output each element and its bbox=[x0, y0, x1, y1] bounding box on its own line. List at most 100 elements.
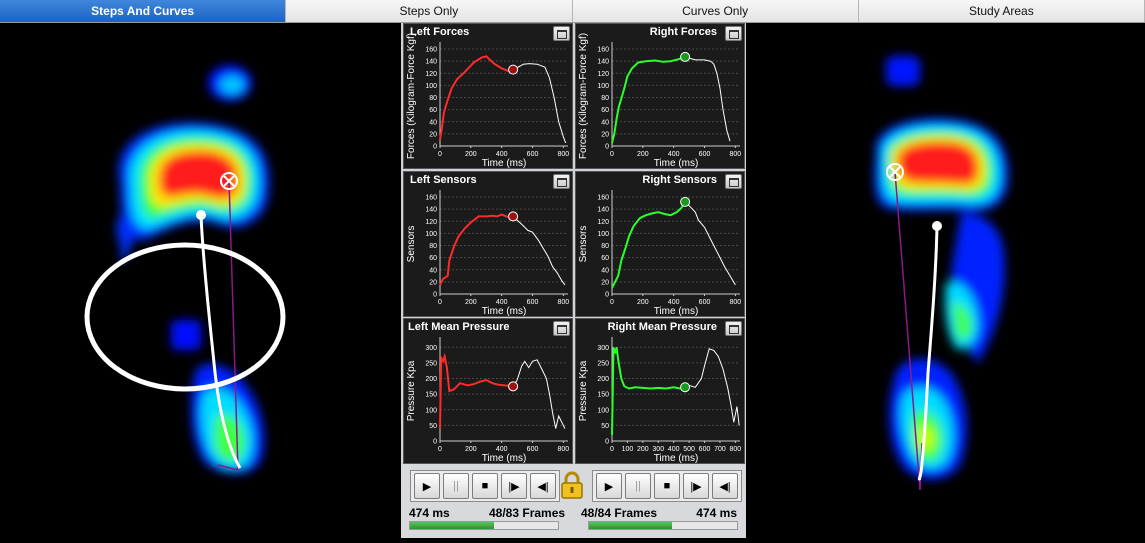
x-tick-label: 0 bbox=[438, 299, 442, 306]
lock-icon[interactable] bbox=[559, 470, 585, 500]
y-tick-label: 0 bbox=[605, 439, 609, 446]
series-remaining-line bbox=[512, 216, 566, 286]
y-tick-label: 120 bbox=[425, 219, 437, 226]
chart-right-mean-pressure: 0 50 100 150 200 250 300 0 100 200 300 400 500 600 700… bbox=[575, 318, 745, 464]
tab-study-areas[interactable]: Study Areas bbox=[858, 0, 1145, 22]
x-tick-label: 0 bbox=[438, 151, 442, 158]
curves-panel: 0 20 40 60 80 100 120 140 160 0 200 400 600 800 Time (… bbox=[401, 23, 746, 538]
stop-button[interactable]: ■ bbox=[472, 473, 498, 499]
y-tick-label: 140 bbox=[597, 207, 609, 214]
x-tick-label: 400 bbox=[496, 299, 508, 306]
stop-button[interactable]: ■ bbox=[654, 473, 680, 499]
maximize-icon[interactable] bbox=[725, 174, 742, 189]
right-frame-readout: 48/84 Frames bbox=[581, 506, 658, 520]
tab-curves-only[interactable]: Curves Only bbox=[572, 0, 859, 22]
x-tick-label: 200 bbox=[465, 151, 477, 158]
chart-svg-left-forces: 0 20 40 60 80 100 120 140 160 0 200 400 600 800 Time (… bbox=[406, 33, 570, 168]
step-back-button[interactable]: ◀| bbox=[712, 473, 738, 499]
tab-steps-only[interactable]: Steps Only bbox=[286, 0, 573, 22]
y-tick-label: 100 bbox=[425, 407, 437, 414]
y-axis-label: Pressure Kpa bbox=[406, 360, 417, 421]
right-playback-buttons: ▶ || ■ |▶ ◀| bbox=[592, 470, 742, 502]
chart-title: Left Forces bbox=[410, 26, 470, 38]
y-tick-label: 120 bbox=[425, 71, 437, 78]
pause-button[interactable]: || bbox=[625, 473, 651, 499]
maximize-icon[interactable] bbox=[553, 174, 570, 189]
y-tick-label: 160 bbox=[425, 195, 437, 202]
y-axis-label: Forces (Kilogram-Force Kgf) bbox=[578, 33, 589, 159]
x-tick-label: 0 bbox=[438, 446, 442, 453]
chart-right-sensors: 0 20 40 60 80 100 120 140 160 0 200 400 600 800 Time (… bbox=[575, 171, 745, 317]
right-foot-pressure-map bbox=[874, 56, 1009, 491]
x-tick-label: 200 bbox=[465, 299, 477, 306]
series-remaining-line bbox=[512, 63, 567, 144]
chart-svg-right-forces: 0 20 40 60 80 100 120 140 160 0 200 400 600 800 Time (… bbox=[578, 33, 742, 169]
left-time-readout: 474 ms bbox=[409, 506, 450, 520]
chart-svg-right-sensors: 0 20 40 60 80 100 120 140 160 0 200 400 600 800 Time (… bbox=[578, 190, 742, 316]
play-button[interactable]: ▶ bbox=[414, 473, 440, 499]
view-tabs: Steps And Curves Steps Only Curves Only … bbox=[0, 0, 1145, 23]
y-tick-label: 50 bbox=[601, 423, 609, 430]
current-frame-marker bbox=[680, 382, 691, 393]
current-frame-marker bbox=[508, 211, 519, 222]
x-axis-label: Time (ms) bbox=[482, 306, 527, 317]
y-tick-label: 80 bbox=[429, 95, 437, 102]
current-frame-marker bbox=[680, 196, 691, 207]
x-tick-label: 100 bbox=[622, 446, 634, 453]
x-tick-label: 400 bbox=[496, 446, 508, 453]
y-tick-label: 300 bbox=[597, 345, 609, 352]
maximize-icon[interactable] bbox=[553, 321, 570, 336]
x-tick-label: 800 bbox=[558, 299, 570, 306]
x-tick-label: 700 bbox=[714, 446, 726, 453]
step-forward-button[interactable]: |▶ bbox=[683, 473, 709, 499]
y-tick-label: 50 bbox=[429, 423, 437, 430]
y-axis-label: Forces (Kilogram-Force Kgf) bbox=[406, 33, 417, 159]
y-tick-label: 150 bbox=[597, 392, 609, 399]
y-tick-label: 100 bbox=[597, 407, 609, 414]
x-tick-label: 600 bbox=[699, 446, 711, 453]
play-button[interactable]: ▶ bbox=[596, 473, 622, 499]
x-tick-label: 600 bbox=[527, 446, 539, 453]
x-axis-label: Time (ms) bbox=[654, 158, 699, 169]
x-tick-label: 400 bbox=[668, 151, 680, 158]
left-progress-bar[interactable] bbox=[409, 521, 559, 530]
right-foot-pane bbox=[746, 23, 1145, 538]
maximize-icon[interactable] bbox=[725, 26, 742, 41]
y-tick-label: 0 bbox=[433, 439, 437, 446]
y-tick-label: 60 bbox=[601, 255, 609, 262]
x-tick-label: 0 bbox=[610, 446, 614, 453]
series-remaining-line bbox=[684, 56, 731, 142]
y-axis-label: Sensors bbox=[406, 226, 417, 263]
pause-button[interactable]: || bbox=[443, 473, 469, 499]
left-progress-fill bbox=[410, 522, 495, 529]
chart-title: Left Sensors bbox=[410, 174, 477, 186]
x-tick-label: 800 bbox=[730, 151, 742, 158]
y-tick-label: 140 bbox=[425, 59, 437, 66]
y-tick-label: 160 bbox=[597, 47, 609, 54]
y-tick-label: 80 bbox=[601, 243, 609, 250]
step-back-button[interactable]: ◀| bbox=[530, 473, 556, 499]
right-progress-bar[interactable] bbox=[588, 521, 738, 530]
tab-steps-and-curves[interactable]: Steps And Curves bbox=[0, 0, 287, 22]
maximize-icon[interactable] bbox=[725, 321, 742, 336]
y-tick-label: 100 bbox=[425, 83, 437, 90]
playback-controls: ▶ || ■ |▶ ◀| ▶ || ■ |▶ ◀| 474 ms 48/83 F… bbox=[401, 464, 746, 538]
y-tick-label: 60 bbox=[429, 255, 437, 262]
step-forward-button[interactable]: |▶ bbox=[501, 473, 527, 499]
chart-title: Right Forces bbox=[649, 26, 717, 38]
y-tick-label: 100 bbox=[597, 83, 609, 90]
y-tick-label: 40 bbox=[601, 267, 609, 274]
x-tick-label: 800 bbox=[730, 299, 742, 306]
y-axis-label: Sensors bbox=[578, 226, 589, 263]
x-tick-label: 600 bbox=[699, 151, 711, 158]
y-tick-label: 150 bbox=[425, 392, 437, 399]
maximize-icon[interactable] bbox=[553, 26, 570, 41]
series-played-line bbox=[439, 352, 514, 429]
x-tick-label: 200 bbox=[637, 151, 649, 158]
y-tick-label: 0 bbox=[433, 144, 437, 151]
y-tick-label: 250 bbox=[597, 360, 609, 367]
y-tick-label: 140 bbox=[597, 59, 609, 66]
y-tick-label: 80 bbox=[601, 95, 609, 102]
x-tick-label: 800 bbox=[558, 151, 570, 158]
x-tick-label: 0 bbox=[610, 151, 614, 158]
